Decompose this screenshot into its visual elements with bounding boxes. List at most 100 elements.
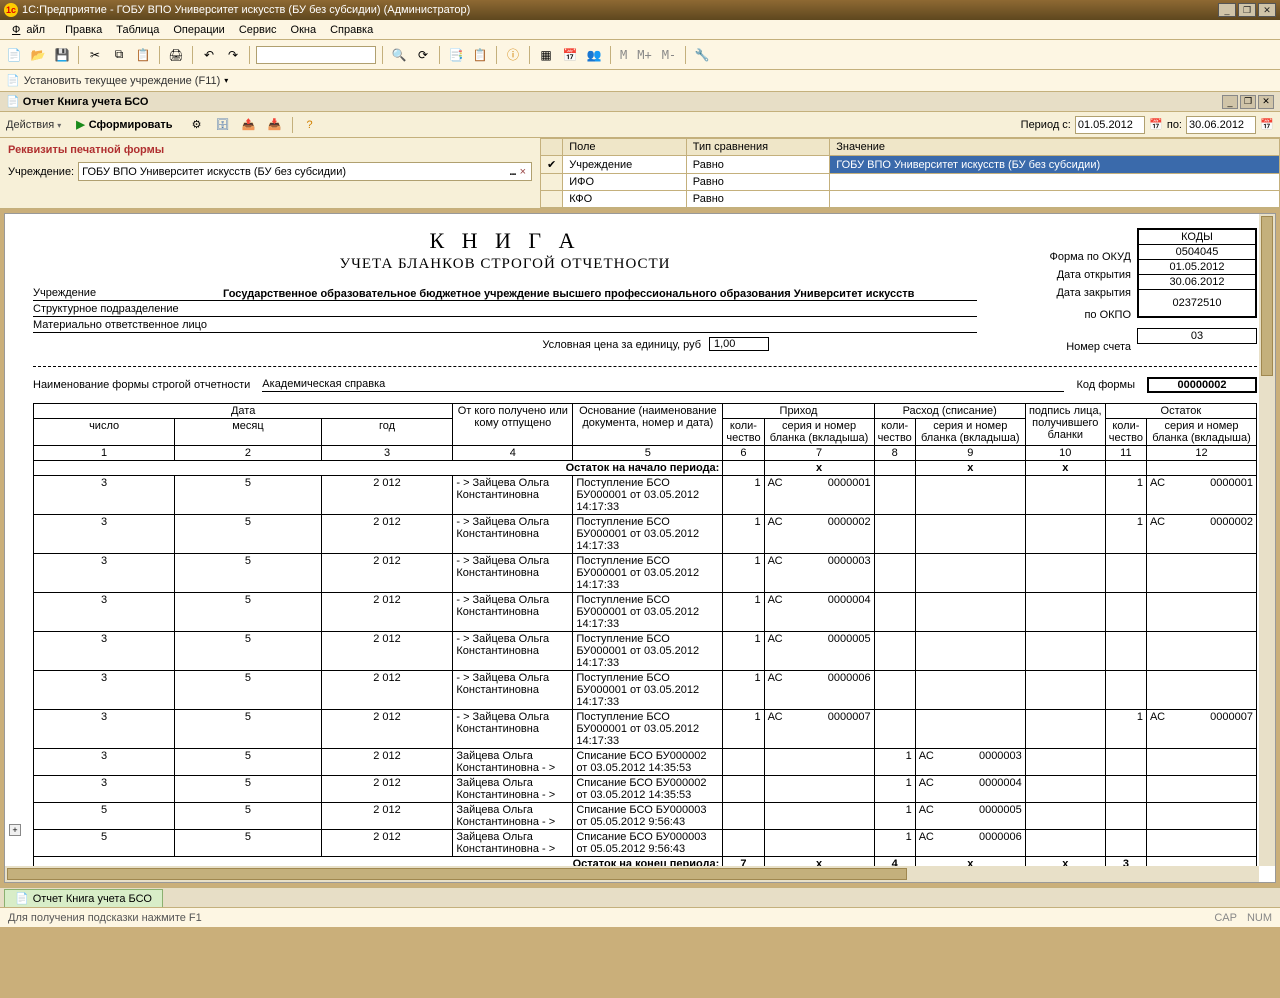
m-button[interactable]: M	[617, 48, 630, 62]
window-tabs: 📄 Отчет Книга учета БСО	[0, 887, 1280, 907]
subwin-restore[interactable]: ❐	[1240, 95, 1256, 109]
filter-row-field[interactable]: ИФО	[563, 174, 687, 191]
calendar-from-icon[interactable]: 📅	[1149, 117, 1163, 133]
institution-input[interactable]: ГОБУ ВПО Университет искусств (БУ без су…	[78, 162, 532, 181]
table-row[interactable]: 352 012 - > Зайцева Ольга Константиновна…	[34, 554, 1257, 593]
vertical-scrollbar[interactable]	[1259, 214, 1275, 866]
settings-icon[interactable]: 🔧	[692, 45, 712, 65]
open-icon[interactable]: 📂	[28, 45, 48, 65]
menu-service[interactable]: Сервис	[233, 22, 283, 38]
filter-row-cmp[interactable]: Равно	[686, 191, 829, 208]
expand-icon[interactable]: +	[9, 824, 21, 836]
address-input[interactable]	[256, 46, 376, 64]
filter-row-check[interactable]	[541, 191, 563, 208]
period-start-label: Остаток на начало периода:	[34, 461, 723, 476]
table-row[interactable]: 352 012 - > Зайцева Ольга Константиновна…	[34, 515, 1257, 554]
table-row[interactable]: 352 012 - > Зайцева Ольга Константиновна…	[34, 710, 1257, 749]
minimize-button[interactable]: _	[1218, 3, 1236, 17]
formcode-label: Код формы	[1076, 379, 1135, 391]
undo-icon[interactable]: ↶	[199, 45, 219, 65]
actions-menu[interactable]: Действия ▾	[6, 119, 61, 131]
doc-icon[interactable]: 📑	[446, 45, 466, 65]
form1-name: Академическая справка	[262, 378, 1064, 392]
calendar-to-icon[interactable]: 📅	[1260, 117, 1274, 133]
help-icon[interactable]: ?	[301, 116, 319, 134]
find-icon[interactable]: 🔍	[389, 45, 409, 65]
print-icon[interactable]: 🖨	[166, 45, 186, 65]
copy-icon[interactable]: ⧉	[109, 45, 129, 65]
open-label: Дата открытия	[987, 266, 1131, 284]
dropdown-icon[interactable]: ▾	[224, 76, 228, 85]
report-actionbar: Действия ▾ ▶Сформировать ⚙ 🗄 📤 📥 ? Перио…	[0, 112, 1280, 138]
filter-row-val[interactable]	[830, 191, 1280, 208]
table-row[interactable]: 352 012 - > Зайцева Ольга Константиновна…	[34, 632, 1257, 671]
institution-label: Учреждение:	[8, 166, 74, 178]
col-base: Основание (наименование документа, номер…	[573, 404, 723, 446]
doc-down-icon[interactable]: 📥	[266, 116, 284, 134]
tree-icon[interactable]: 🗄	[214, 116, 232, 134]
filter-row-check[interactable]	[541, 174, 563, 191]
formname-label: Наименование формы строгой отчетности	[33, 379, 250, 391]
set-institution-link[interactable]: Установить текущее учреждение (F11)	[24, 75, 221, 87]
filter-row-cmp[interactable]: Равно	[686, 174, 829, 191]
date-from-input[interactable]: 01.05.2012	[1075, 116, 1145, 134]
acct-label: Номер счета	[987, 338, 1131, 356]
menu-file[interactable]: Файл	[6, 22, 57, 38]
subwin-minimize[interactable]: _	[1222, 95, 1238, 109]
cut-icon[interactable]: ✂	[85, 45, 105, 65]
generate-button[interactable]: ▶Сформировать	[69, 116, 179, 133]
table-row[interactable]: 352 012 Зайцева Ольга Константиновна - >…	[34, 749, 1257, 776]
filter-row-check[interactable]: ✔	[541, 156, 563, 174]
users-icon[interactable]: 👥	[584, 45, 604, 65]
save-icon[interactable]: 💾	[52, 45, 72, 65]
refresh-icon[interactable]: ⟳	[413, 45, 433, 65]
form1-code: 00000002	[1147, 377, 1257, 393]
report-window-title: 📄 Отчет Книга учета БСО _ ❐ ✕	[0, 92, 1280, 112]
num-indicator: NUM	[1247, 912, 1272, 924]
menubar: Файл Правка Таблица Операции Сервис Окна…	[0, 20, 1280, 40]
menu-edit[interactable]: Правка	[59, 22, 108, 38]
tab-report[interactable]: 📄 Отчет Книга учета БСО	[4, 889, 163, 907]
restore-button[interactable]: ❐	[1238, 3, 1256, 17]
new-icon[interactable]: 📄	[4, 45, 24, 65]
m-plus-button[interactable]: M+	[634, 48, 654, 62]
horizontal-scrollbar[interactable]	[5, 866, 1259, 882]
filter-row-field[interactable]: КФО	[563, 191, 687, 208]
filter-row-field[interactable]: Учреждение	[563, 156, 687, 174]
menu-help[interactable]: Справка	[324, 22, 379, 38]
secondary-toolbar: 📄 Установить текущее учреждение (F11) ▾	[0, 70, 1280, 92]
select-icon[interactable]: ...	[507, 166, 517, 178]
dept-label: Структурное подразделение	[33, 303, 223, 316]
table-row[interactable]: 352 012 - > Зайцева Ольга Константиновна…	[34, 671, 1257, 710]
menu-table[interactable]: Таблица	[110, 22, 165, 38]
list-icon[interactable]: ▦	[536, 45, 556, 65]
redo-icon[interactable]: ↷	[223, 45, 243, 65]
menu-windows[interactable]: Окна	[285, 22, 323, 38]
filter-row-val[interactable]: ГОБУ ВПО Университет искусств (БУ без су…	[830, 156, 1280, 174]
info-icon[interactable]: ⓘ	[503, 45, 523, 65]
clear-icon[interactable]: ×	[518, 166, 528, 178]
doc-up-icon[interactable]: 📤	[240, 116, 258, 134]
filter-col-cmp: Тип сравнения	[686, 139, 829, 156]
report-body[interactable]: + К Н И Г А УЧЕТА БЛАНКОВ СТРОГОЙ ОТЧЕТН…	[4, 213, 1276, 883]
table-row[interactable]: 352 012 Зайцева Ольга Константиновна - >…	[34, 776, 1257, 803]
menu-operations[interactable]: Операции	[167, 22, 230, 38]
date-to-input[interactable]: 30.06.2012	[1186, 116, 1256, 134]
close-button[interactable]: ✕	[1258, 3, 1276, 17]
subwin-close[interactable]: ✕	[1258, 95, 1274, 109]
clipboard-icon[interactable]: 📋	[470, 45, 490, 65]
cap-indicator: CAP	[1214, 912, 1237, 924]
settings-icon[interactable]: ⚙	[188, 116, 206, 134]
calendar-icon[interactable]: 📅	[560, 45, 580, 65]
filter-row-val[interactable]	[830, 174, 1280, 191]
filter-row-cmp[interactable]: Равно	[686, 156, 829, 174]
table-row[interactable]: 352 012 - > Зайцева Ольга Константиновна…	[34, 593, 1257, 632]
table-row[interactable]: 352 012 - > Зайцева Ольга Константиновна…	[34, 476, 1257, 515]
filter-section-title: Реквизиты печатной формы	[8, 144, 532, 156]
table-row[interactable]: 552 012 Зайцева Ольга Константиновна - >…	[34, 803, 1257, 830]
m-minus-button[interactable]: M-	[659, 48, 679, 62]
app-logo-icon: 1c	[4, 3, 18, 17]
table-row[interactable]: 552 012 Зайцева Ольга Константиновна - >…	[34, 830, 1257, 857]
statusbar: Для получения подсказки нажмите F1 CAP N…	[0, 907, 1280, 927]
paste-icon[interactable]: 📋	[133, 45, 153, 65]
